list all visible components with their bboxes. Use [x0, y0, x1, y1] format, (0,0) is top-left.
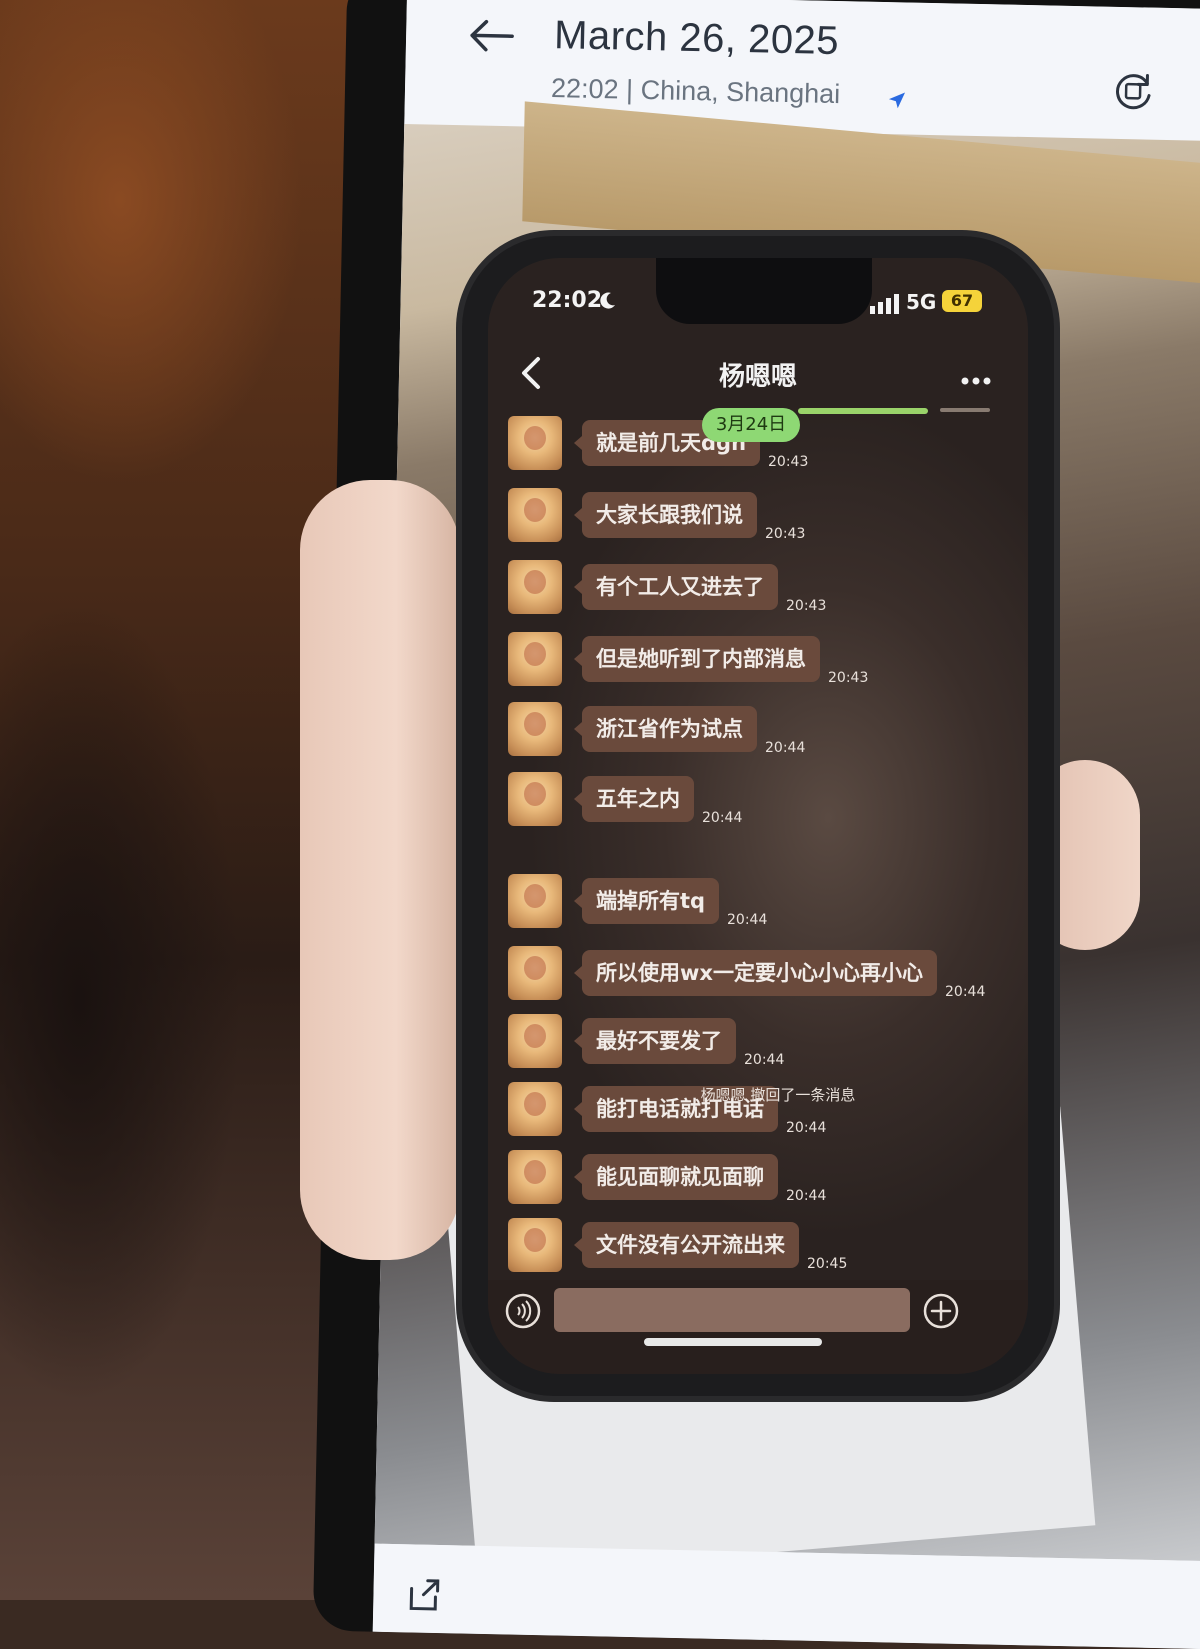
message-bubble[interactable]: 能见面聊就见面聊 — [574, 1154, 778, 1200]
message-time: 20:44 — [744, 1052, 785, 1068]
inner-phone: 22:02 5G 67 杨嗯嗯 就是前几天dgh 20:43 大家长跟我们说 20:4… — [462, 236, 1054, 1396]
message-bubble[interactable]: 文件没有公开流出来 — [574, 1222, 799, 1268]
chat-screen: 22:02 5G 67 杨嗯嗯 就是前几天dgh 20:43 大家长跟我们说 20:4… — [488, 258, 1028, 1374]
message-input[interactable] — [554, 1288, 910, 1332]
signal-icon — [870, 294, 899, 314]
message-time: 20:44 — [727, 912, 768, 928]
network-label: 5G — [906, 290, 937, 314]
avatar[interactable] — [508, 946, 562, 1000]
phone-notch — [656, 258, 872, 324]
avatar[interactable] — [508, 416, 562, 470]
avatar[interactable] — [508, 488, 562, 542]
message-time: 20:44 — [786, 1120, 827, 1136]
hand-left — [300, 480, 460, 1260]
message-time: 20:44 — [786, 1188, 827, 1204]
plus-icon[interactable] — [922, 1292, 960, 1330]
share-icon[interactable] — [403, 1574, 444, 1615]
message-time: 20:43 — [828, 670, 869, 686]
rotate-icon[interactable] — [1111, 69, 1156, 114]
message-bubble[interactable]: 五年之内 — [574, 776, 694, 822]
avatar[interactable] — [508, 1082, 562, 1136]
avatar[interactable] — [508, 874, 562, 928]
viewer-bottom-bar — [372, 1543, 1200, 1649]
home-indicator — [644, 1338, 822, 1346]
message-time: 20:43 — [768, 454, 809, 470]
message-bubble[interactable]: 最好不要发了 — [574, 1018, 736, 1064]
chat-input-bar — [488, 1280, 1028, 1374]
message-bubble[interactable]: 大家长跟我们说 — [574, 492, 757, 538]
avatar[interactable] — [508, 1150, 562, 1204]
avatar[interactable] — [508, 1218, 562, 1272]
avatar[interactable] — [508, 702, 562, 756]
message-bubble[interactable]: 浙江省作为试点 — [574, 706, 757, 752]
chat-title: 杨嗯嗯 — [718, 362, 797, 392]
message-bubble[interactable]: 但是她听到了内部消息 — [574, 636, 820, 682]
date-chip: 3月24日 — [702, 408, 800, 442]
message-bubble[interactable]: 所以使用wx一定要小心小心再小心 — [574, 950, 937, 996]
moon-icon — [600, 292, 615, 309]
photo-date: March 26, 2025 — [553, 13, 840, 64]
location-arrow-icon — [888, 92, 906, 109]
avatar[interactable] — [508, 772, 562, 826]
message-time: 20:43 — [765, 526, 806, 542]
message-time: 20:44 — [945, 984, 986, 1000]
photo-location: 22:02 | China, Shanghai — [550, 73, 841, 110]
message-bubble[interactable]: 有个工人又进去了 — [574, 564, 778, 610]
recall-notice: 杨嗯嗯 撤回了一条消息 — [700, 1086, 856, 1104]
avatar[interactable] — [508, 560, 562, 614]
avatar[interactable] — [508, 1014, 562, 1068]
battery-icon: 67 — [942, 290, 982, 312]
arrow-left-icon[interactable] — [466, 15, 517, 56]
message-time: 20:43 — [786, 598, 827, 614]
status-time: 22:02 — [532, 288, 603, 313]
avatar[interactable] — [508, 632, 562, 686]
voice-icon[interactable] — [504, 1292, 542, 1330]
message-bubble[interactable]: 端掉所有tq — [573, 878, 720, 924]
message-time: 20:44 — [765, 740, 806, 756]
message-time: 20:45 — [807, 1256, 848, 1272]
header-accent-line — [798, 408, 928, 414]
header-accent-line-secondary — [940, 408, 990, 412]
more-icon[interactable] — [960, 376, 992, 386]
message-time: 20:44 — [702, 810, 743, 826]
